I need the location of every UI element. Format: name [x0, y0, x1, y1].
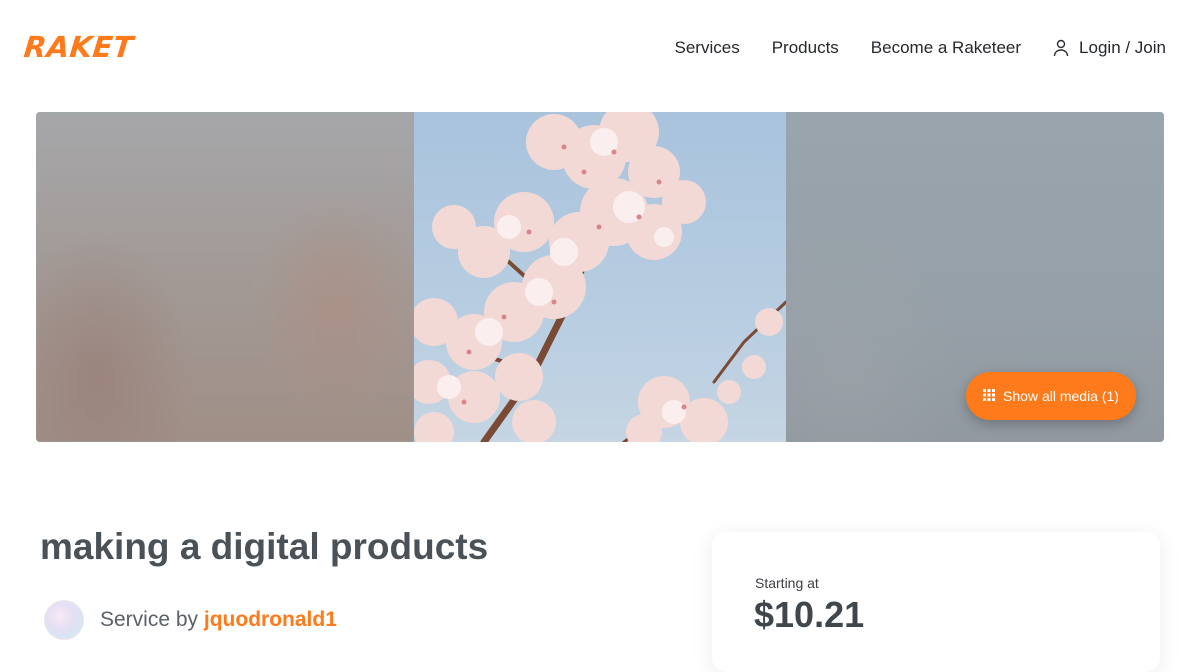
seller-name-link[interactable]: jquodronald1	[204, 608, 337, 631]
nav-products-link[interactable]: Products	[772, 38, 839, 58]
service-title: making a digital products	[40, 526, 489, 567]
login-join-label: Login / Join	[1079, 38, 1166, 57]
price-label: Starting at	[755, 575, 819, 591]
login-join-link[interactable]: Login / Join	[1053, 38, 1166, 58]
seller-info: Service by jquodronald1	[44, 600, 337, 640]
grid-icon	[983, 388, 996, 404]
cherry-blossom-photo[interactable]	[414, 112, 786, 442]
main-nav: Services Products Become a Raketeer Logi…	[675, 38, 1166, 58]
gallery-left-blur	[36, 112, 414, 442]
raket-logo[interactable]: RAKET	[22, 30, 135, 64]
user-icon	[1053, 39, 1069, 57]
media-gallery[interactable]: Show all media (1)	[36, 112, 1164, 442]
nav-services-link[interactable]: Services	[675, 38, 740, 58]
show-all-media-button[interactable]: Show all media (1)	[966, 372, 1136, 420]
pricing-card: Starting at $10.21	[712, 532, 1160, 672]
site-header: RAKET Services Products Become a Raketee…	[0, 0, 1200, 100]
avatar[interactable]	[44, 600, 84, 640]
show-all-media-label: Show all media (1)	[1003, 388, 1119, 404]
seller-text: Service by jquodronald1	[100, 608, 337, 632]
nav-become-raketeer-link[interactable]: Become a Raketeer	[871, 38, 1021, 58]
seller-prefix: Service by	[100, 608, 199, 631]
cherry-blossom-illustration	[414, 112, 786, 442]
